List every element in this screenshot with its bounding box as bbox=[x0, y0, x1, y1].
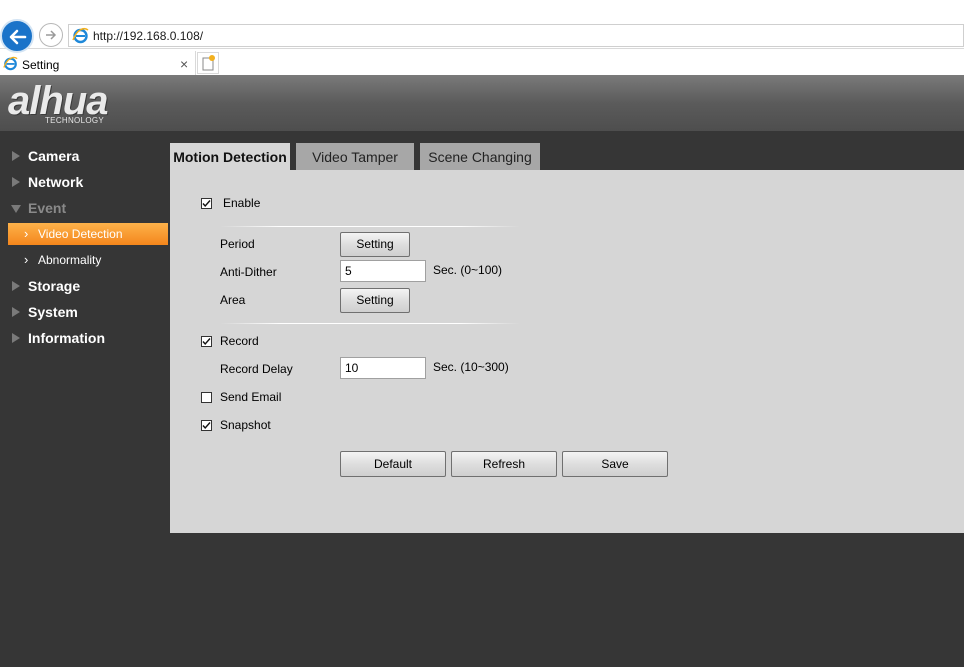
sidebar-item-label: Abnormality bbox=[38, 253, 102, 267]
browser-toolbar: http://192.168.0.108/ bbox=[0, 0, 964, 53]
triangle-right-icon bbox=[12, 177, 20, 187]
sidebar-item-label: Camera bbox=[28, 148, 80, 164]
sidebar-item-label: Event bbox=[28, 200, 67, 216]
ie-icon bbox=[3, 56, 18, 71]
check-icon bbox=[202, 422, 211, 430]
enable-checkbox[interactable] bbox=[201, 198, 212, 209]
arrow-left-icon bbox=[9, 29, 27, 45]
triangle-right-icon bbox=[12, 281, 20, 291]
check-icon bbox=[202, 338, 211, 346]
check-icon bbox=[202, 200, 211, 208]
new-tab-button[interactable] bbox=[197, 52, 219, 74]
arrow-right-icon bbox=[46, 30, 57, 40]
tab-motion-detection[interactable]: Motion Detection bbox=[170, 143, 290, 170]
anti-dither-input[interactable]: 5 bbox=[340, 260, 426, 282]
triangle-right-icon bbox=[12, 333, 20, 343]
sidebar-item-label: Video Detection bbox=[38, 227, 123, 241]
record-delay-unit: Sec. (10~300) bbox=[433, 360, 509, 374]
record-checkbox[interactable] bbox=[201, 336, 212, 347]
snapshot-label: Snapshot bbox=[220, 418, 271, 432]
anti-dither-label: Anti-Dither bbox=[220, 265, 277, 279]
anti-dither-unit: Sec. (0~100) bbox=[433, 263, 503, 277]
chevron-right-icon: › bbox=[24, 252, 29, 267]
period-label: Period bbox=[220, 237, 255, 251]
divider bbox=[220, 226, 520, 227]
sidebar-item-network[interactable]: Network bbox=[0, 169, 170, 195]
ie-icon bbox=[72, 28, 89, 44]
sidebar-item-event[interactable]: Event bbox=[0, 195, 170, 221]
sidebar-item-video-detection[interactable]: › Video Detection bbox=[8, 223, 168, 245]
triangle-right-icon bbox=[12, 307, 20, 317]
browser-tabstrip: Setting × bbox=[0, 48, 964, 76]
area-setting-button[interactable]: Setting bbox=[340, 288, 410, 313]
area-label: Area bbox=[220, 293, 246, 307]
brand-tagline: TECHNOLOGY bbox=[45, 116, 105, 125]
refresh-button[interactable]: Refresh bbox=[451, 451, 557, 477]
send-email-label: Send Email bbox=[220, 390, 282, 404]
period-setting-button[interactable]: Setting bbox=[340, 232, 410, 257]
save-button[interactable]: Save bbox=[562, 451, 668, 477]
chevron-right-icon: › bbox=[24, 226, 29, 241]
record-delay-label: Record Delay bbox=[220, 362, 293, 376]
sidebar-item-system[interactable]: System bbox=[0, 299, 170, 325]
sidebar-item-label: Information bbox=[28, 330, 105, 346]
new-tab-icon bbox=[202, 55, 215, 71]
sidebar-item-information[interactable]: Information bbox=[0, 325, 170, 351]
address-bar[interactable]: http://192.168.0.108/ bbox=[68, 24, 964, 47]
triangle-down-icon bbox=[11, 205, 21, 213]
record-delay-input[interactable]: 10 bbox=[340, 357, 426, 379]
browser-tab[interactable]: Setting × bbox=[0, 51, 196, 76]
send-email-checkbox[interactable] bbox=[201, 392, 212, 403]
record-label: Record bbox=[220, 334, 259, 348]
tab-scene-changing[interactable]: Scene Changing bbox=[420, 143, 540, 170]
divider bbox=[220, 323, 520, 324]
sidebar-item-abnormality[interactable]: › Abnormality bbox=[0, 247, 170, 273]
sidebar-item-label: Network bbox=[28, 174, 84, 190]
sidebar: Camera Network Event › Video Detection ›… bbox=[0, 143, 170, 351]
sidebar-item-camera[interactable]: Camera bbox=[0, 143, 170, 169]
back-button[interactable] bbox=[0, 19, 34, 53]
tab-title: Setting bbox=[22, 58, 60, 72]
close-icon[interactable]: × bbox=[180, 56, 188, 72]
sidebar-item-label: System bbox=[28, 304, 78, 320]
default-button[interactable]: Default bbox=[340, 451, 446, 477]
enable-label: Enable bbox=[223, 196, 261, 210]
triangle-right-icon bbox=[12, 151, 20, 161]
sidebar-item-label: Storage bbox=[28, 278, 81, 294]
app-header: alhua TECHNOLOGY bbox=[0, 75, 964, 131]
sidebar-item-storage[interactable]: Storage bbox=[0, 273, 170, 299]
motion-detection-panel: Enable Period Setting Anti-Dither 5 Sec.… bbox=[170, 170, 964, 533]
tab-video-tamper[interactable]: Video Tamper bbox=[296, 143, 414, 170]
url-text: http://192.168.0.108/ bbox=[93, 29, 204, 43]
snapshot-checkbox[interactable] bbox=[201, 420, 212, 431]
forward-button[interactable] bbox=[39, 23, 63, 47]
